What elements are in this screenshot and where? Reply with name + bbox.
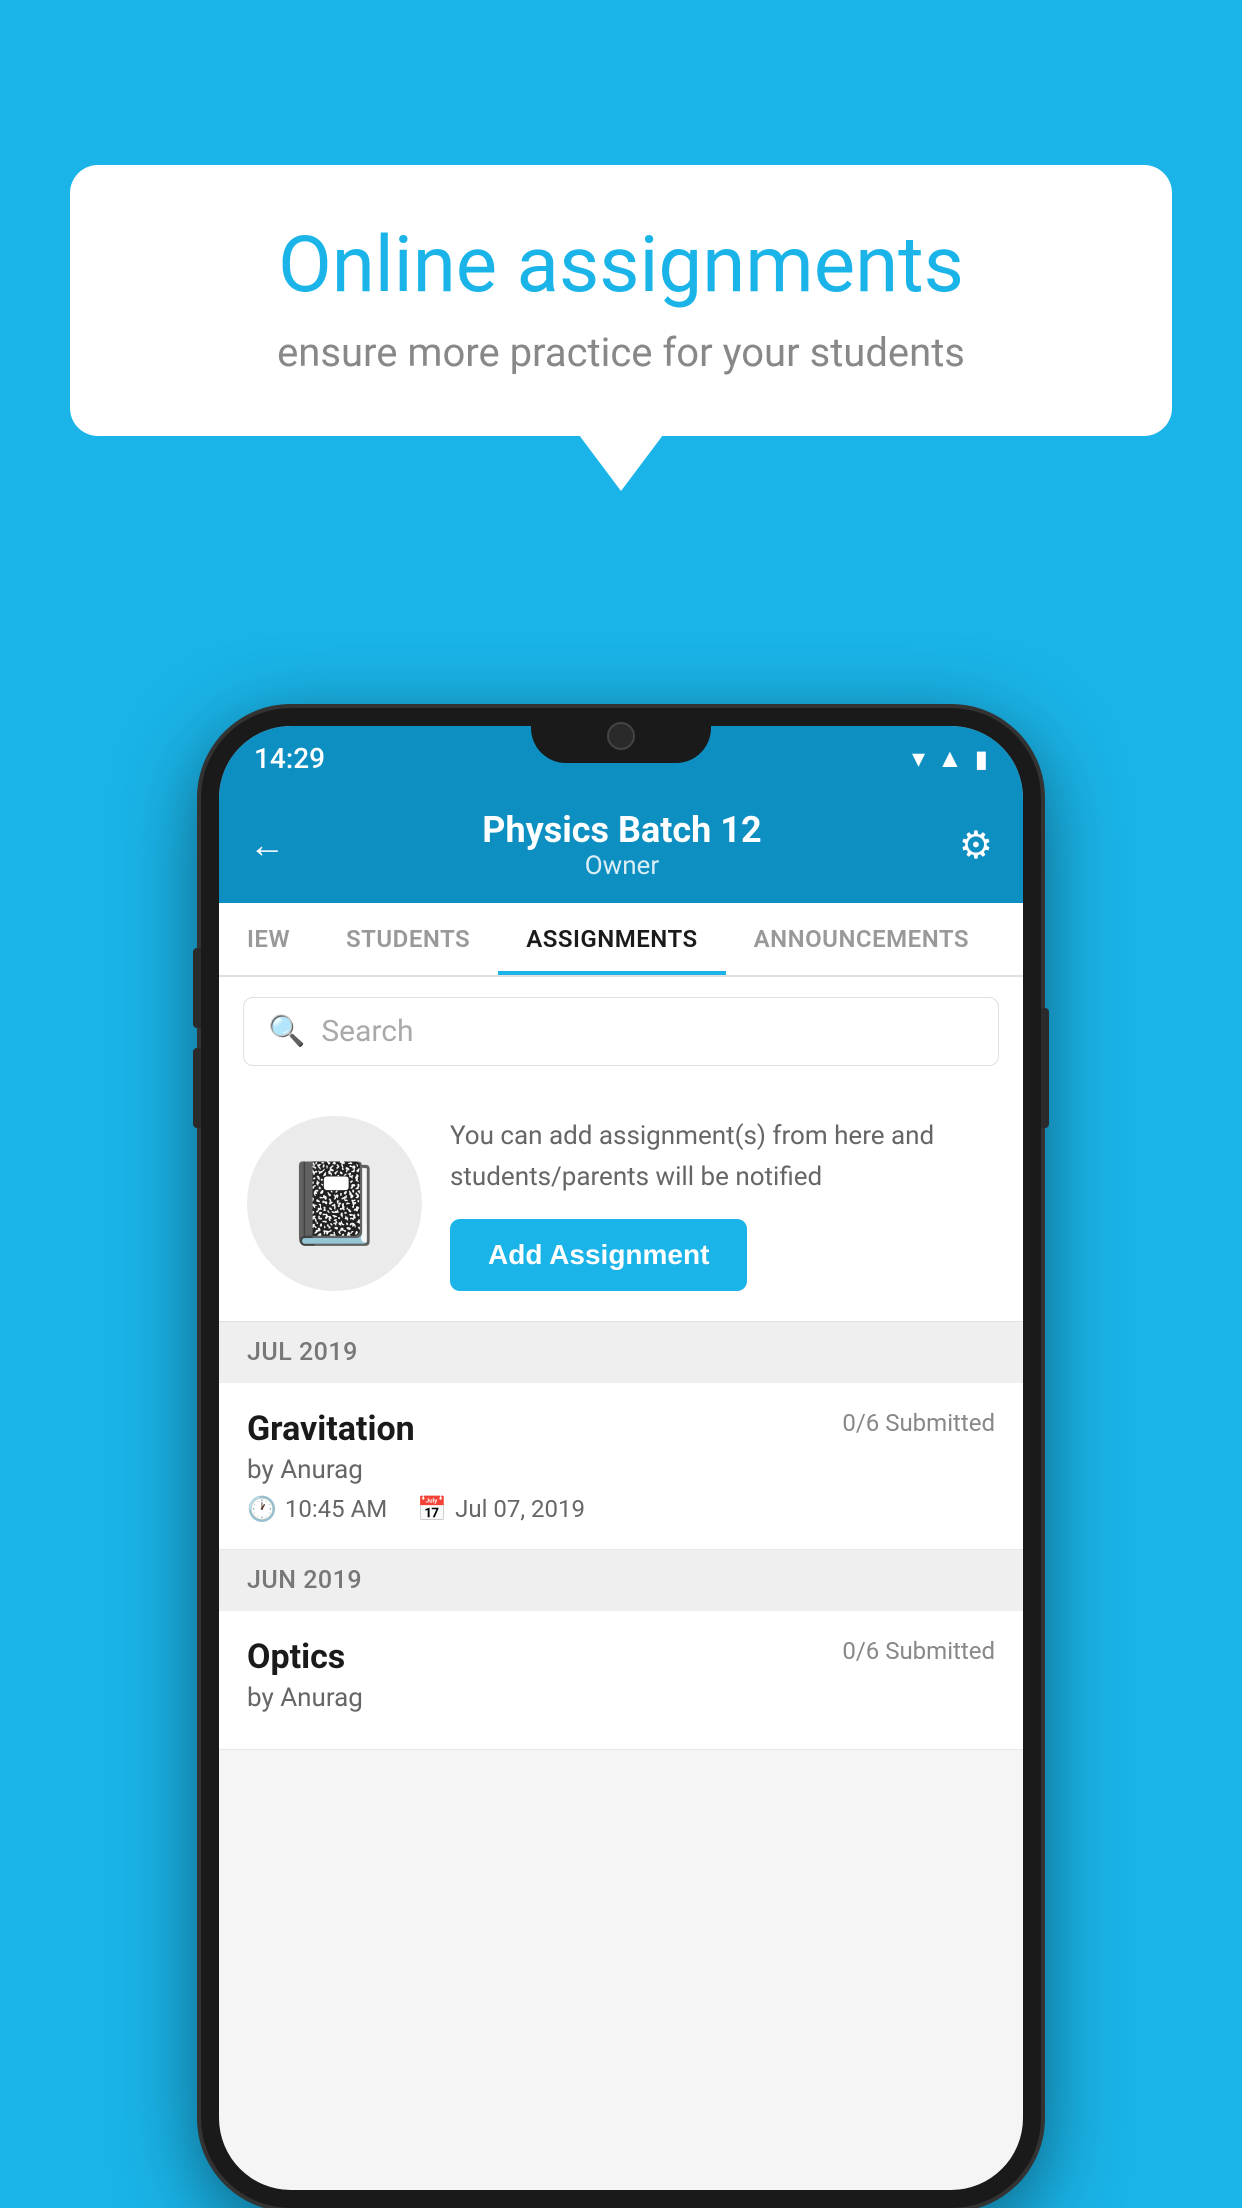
assignment-submitted-optics: 0/6 Submitted [842, 1637, 995, 1665]
app-header: ← Physics Batch 12 Owner ⚙ [219, 791, 1023, 903]
back-button[interactable]: ← [249, 824, 285, 866]
status-icons: ▾ ▲ ▮ [912, 743, 988, 774]
wifi-icon: ▾ [912, 744, 925, 774]
battery-icon: ▮ [975, 745, 988, 773]
assignment-by-gravitation: by Anurag [247, 1455, 995, 1485]
promo-section: 📓 You can add assignment(s) from here an… [219, 1086, 1023, 1322]
assignment-top-row: Gravitation 0/6 Submitted [247, 1409, 995, 1449]
tab-iew[interactable]: IEW [219, 903, 318, 975]
clock-icon: 🕐 [247, 1495, 277, 1523]
assignment-time-value: 10:45 AM [285, 1495, 387, 1523]
assignment-top-row-optics: Optics 0/6 Submitted [247, 1637, 995, 1677]
promo-text: You can add assignment(s) from here and … [450, 1116, 995, 1197]
phone-camera [607, 722, 635, 750]
promo-content: You can add assignment(s) from here and … [450, 1116, 995, 1291]
phone-mockup: 14:29 ▾ ▲ ▮ ← Physics Batch 12 Owner ⚙ I… [201, 708, 1041, 2208]
header-title-group: Physics Batch 12 Owner [285, 809, 959, 881]
month-label-jun: JUN 2019 [247, 1566, 362, 1595]
assignment-date-value: Jul 07, 2019 [455, 1495, 585, 1523]
tab-assignments[interactable]: ASSIGNMENTS [498, 903, 725, 975]
bubble-title: Online assignments [130, 220, 1112, 311]
bubble-subtitle: ensure more practice for your students [130, 329, 1112, 376]
assignment-card-optics[interactable]: Optics 0/6 Submitted by Anurag [219, 1611, 1023, 1750]
volume-down-button [193, 1048, 201, 1128]
promo-icon-circle: 📓 [247, 1116, 422, 1291]
power-button [1041, 1008, 1049, 1128]
header-subtitle: Owner [285, 851, 959, 881]
settings-button[interactable]: ⚙ [959, 823, 993, 868]
calendar-icon: 📅 [417, 1495, 447, 1523]
volume-up-button [193, 948, 201, 1028]
assignment-date-gravitation: 📅 Jul 07, 2019 [417, 1495, 585, 1523]
tab-announcements[interactable]: ANNOUNCEMENTS [726, 903, 997, 975]
tabs-container: IEW STUDENTS ASSIGNMENTS ANNOUNCEMENTS [219, 903, 1023, 977]
assignment-time-gravitation: 🕐 10:45 AM [247, 1495, 387, 1523]
assignment-submitted-gravitation: 0/6 Submitted [842, 1409, 995, 1437]
month-header-jul: JUL 2019 [219, 1322, 1023, 1383]
search-placeholder[interactable]: Search [321, 1014, 413, 1049]
tab-students[interactable]: STUDENTS [318, 903, 498, 975]
assignment-name-optics: Optics [247, 1637, 345, 1677]
phone-screen: 14:29 ▾ ▲ ▮ ← Physics Batch 12 Owner ⚙ I… [219, 726, 1023, 2190]
assignment-meta-gravitation: 🕐 10:45 AM 📅 Jul 07, 2019 [247, 1495, 995, 1523]
assignment-by-optics: by Anurag [247, 1683, 995, 1713]
search-icon: 🔍 [268, 1014, 305, 1049]
header-title: Physics Batch 12 [285, 809, 959, 851]
add-assignment-button[interactable]: Add Assignment [450, 1219, 747, 1291]
phone-body: 14:29 ▾ ▲ ▮ ← Physics Batch 12 Owner ⚙ I… [201, 708, 1041, 2208]
phone-notch [531, 708, 711, 763]
assignment-card-gravitation[interactable]: Gravitation 0/6 Submitted by Anurag 🕐 10… [219, 1383, 1023, 1550]
search-bar-wrapper: 🔍 Search [219, 977, 1023, 1086]
assignment-name-gravitation: Gravitation [247, 1409, 415, 1449]
search-bar[interactable]: 🔍 Search [243, 997, 999, 1066]
month-header-jun: JUN 2019 [219, 1550, 1023, 1611]
month-label-jul: JUL 2019 [247, 1338, 358, 1367]
speech-bubble: Online assignments ensure more practice … [70, 165, 1172, 436]
status-time: 14:29 [254, 742, 325, 775]
promo-notebook-icon: 📓 [285, 1157, 385, 1251]
signal-icon: ▲ [937, 743, 963, 774]
